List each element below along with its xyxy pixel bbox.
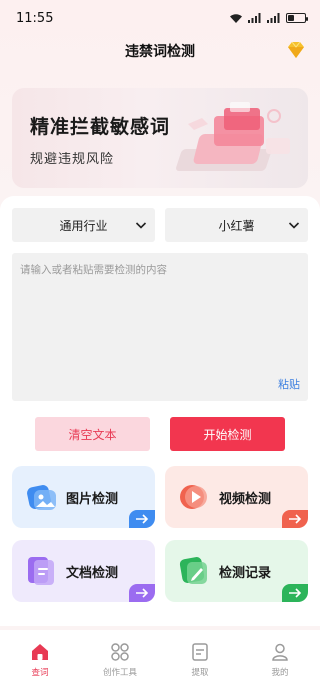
status-icons <box>229 13 308 24</box>
tile-document-detect[interactable]: 文档检测 <box>12 540 155 602</box>
arrow-right-icon <box>129 584 155 602</box>
status-time: 11:55 <box>16 10 54 26</box>
page-title: 违禁词检测 <box>125 44 195 60</box>
textarea-placeholder: 请输入或者粘贴需要检测的内容 <box>20 264 167 276</box>
home-icon <box>32 644 48 660</box>
nav-label: 创作工具 <box>102 668 137 678</box>
nav-label: 查词 <box>31 668 49 678</box>
tile-label: 视频检测 <box>219 492 272 507</box>
nav-item-profile[interactable]: 我的 <box>240 630 320 690</box>
tile-label: 检测记录 <box>219 566 272 581</box>
video-icon <box>180 485 207 509</box>
industry-select-value: 通用行业 <box>59 218 108 233</box>
promo-banner[interactable]: 精准拦截敏感词 规避违规风险 <box>12 88 308 188</box>
tile-label: 文档检测 <box>66 566 119 581</box>
detection-panel: 通用行业 小红薯 请输入或者粘贴需要检测的内容 粘贴 清空文本 开始检测 图片检… <box>0 196 320 626</box>
tools-icon <box>111 643 129 661</box>
nav-item-search[interactable]: 查词 <box>0 630 80 690</box>
record-icon <box>179 557 207 584</box>
extract-icon <box>192 643 208 661</box>
signal-icon <box>248 13 261 23</box>
wifi-icon <box>230 13 242 23</box>
industry-select[interactable]: 通用行业 <box>12 208 155 242</box>
paste-button[interactable]: 粘贴 <box>278 376 300 392</box>
bottom-navigation: 查词 创作工具 提取 我的 <box>0 630 320 690</box>
content-textarea[interactable]: 请输入或者粘贴需要检测的内容 粘贴 <box>12 253 308 401</box>
app-header: 违禁词检测 <box>0 36 320 66</box>
tile-detect-records[interactable]: 检测记录 <box>165 540 308 602</box>
shield-illustration-icon <box>176 102 290 171</box>
chevron-down-icon <box>135 222 147 229</box>
nav-label: 提取 <box>191 668 209 678</box>
status-bar: 11:55 <box>0 0 320 36</box>
battery-icon <box>286 13 308 23</box>
platform-select[interactable]: 小红薯 <box>165 208 308 242</box>
chevron-down-icon <box>288 222 300 229</box>
signal-icon-2 <box>267 13 280 23</box>
clear-text-button[interactable]: 清空文本 <box>35 417 150 451</box>
banner-title: 精准拦截敏感词 <box>30 116 171 138</box>
arrow-right-icon <box>282 584 308 602</box>
tile-image-detect[interactable]: 图片检测 <box>12 466 155 528</box>
vip-diamond-icon[interactable] <box>286 41 306 59</box>
banner-subtitle: 规避违规风险 <box>30 152 115 167</box>
nav-item-tools[interactable]: 创作工具 <box>80 630 160 690</box>
nav-item-extract[interactable]: 提取 <box>160 630 240 690</box>
image-icon <box>27 485 56 510</box>
platform-select-value: 小红薯 <box>218 218 255 233</box>
arrow-right-icon <box>282 510 308 528</box>
nav-label: 我的 <box>271 668 289 678</box>
document-icon <box>28 557 54 585</box>
tile-label: 图片检测 <box>66 492 119 507</box>
arrow-right-icon <box>129 510 155 528</box>
start-detect-button[interactable]: 开始检测 <box>170 417 285 451</box>
tile-video-detect[interactable]: 视频检测 <box>165 466 308 528</box>
profile-icon <box>272 643 288 661</box>
